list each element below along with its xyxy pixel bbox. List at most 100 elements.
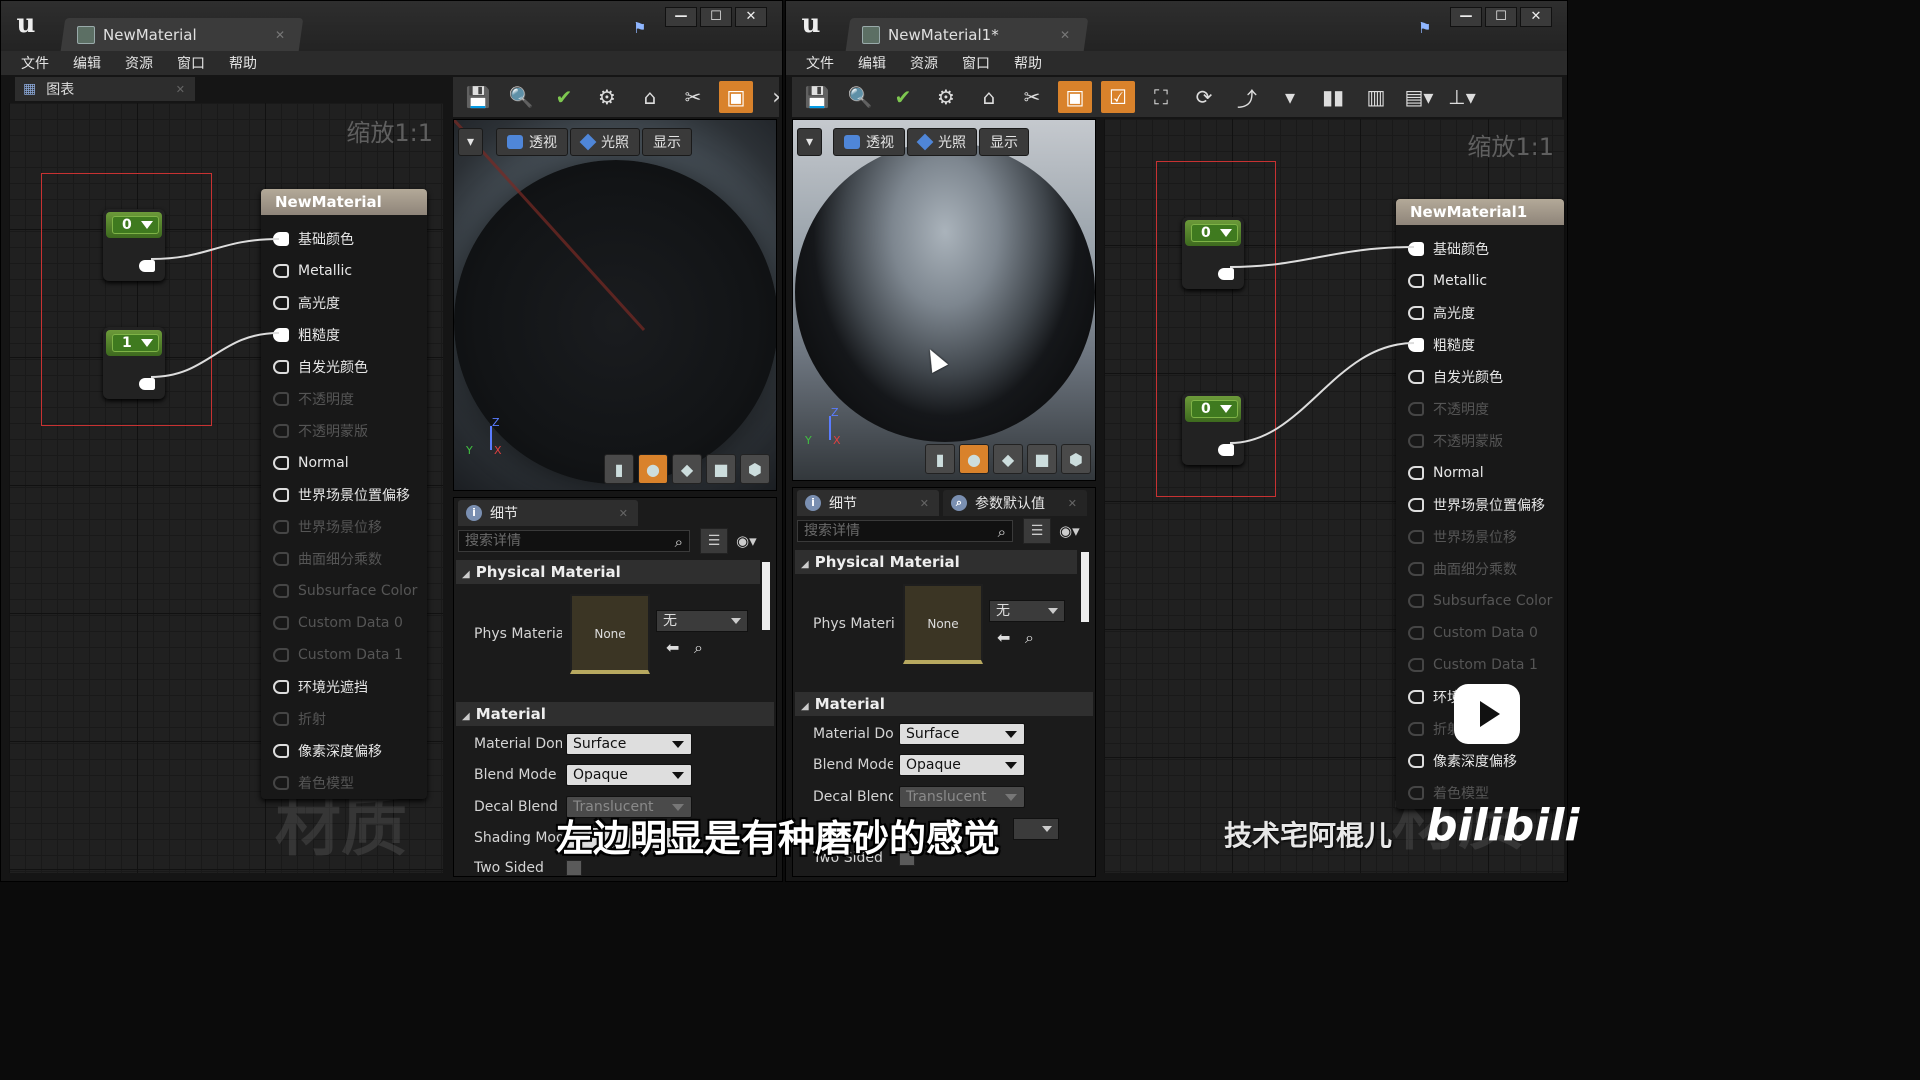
constant-node[interactable]: 0 <box>1182 217 1244 289</box>
material-input-pin-row[interactable]: 基础颜色 <box>273 229 354 249</box>
category-physical-material[interactable]: ◢ Physical Material <box>795 550 1077 574</box>
constant-node[interactable]: 0 <box>103 209 165 281</box>
material-input-pin-row[interactable]: 高光度 <box>273 293 340 313</box>
maximize-button[interactable]: ☐ <box>700 7 732 27</box>
phys-material-thumbnail[interactable]: None <box>903 584 983 664</box>
maximize-button[interactable]: ☐ <box>1485 7 1517 27</box>
input-pin-icon[interactable] <box>1408 754 1424 768</box>
output-pin[interactable] <box>139 260 155 272</box>
browse-icon[interactable]: 🔍 <box>843 81 877 113</box>
material-graph-canvas[interactable]: 缩放1:1 材质 0 0 NewMaterial1 基础颜色 Metallic 高光… <box>1104 119 1564 873</box>
menu-window[interactable]: 窗口 <box>962 53 990 73</box>
input-pin-icon[interactable] <box>273 328 289 342</box>
layout-icon[interactable]: ▤▾ <box>1402 81 1436 113</box>
close-tab-icon[interactable]: ✕ <box>920 497 929 510</box>
material-input-pin-row[interactable]: Metallic <box>1408 271 1487 291</box>
material-input-pin-row[interactable]: 世界场景位置偏移 <box>1408 495 1545 515</box>
menu-asset[interactable]: 资源 <box>125 53 153 73</box>
details-search-input[interactable]: 搜索详情 ⌕ <box>797 520 1013 542</box>
graph-tab[interactable]: ▦ 图表 ✕ <box>15 77 195 101</box>
expand-arrow-icon[interactable] <box>1220 405 1232 413</box>
constant-value-field[interactable]: 0 <box>112 216 159 234</box>
menu-file[interactable]: 文件 <box>806 53 834 73</box>
browse-asset-icon[interactable]: ⌕ <box>694 638 703 658</box>
dropdown-arrow-icon[interactable]: ▾ <box>1273 81 1307 113</box>
constant-node[interactable]: 0 <box>1182 393 1244 465</box>
menu-edit[interactable]: 编辑 <box>858 53 886 73</box>
material-input-pin-row[interactable]: 自发光颜色 <box>273 357 368 377</box>
menu-help[interactable]: 帮助 <box>1014 53 1042 73</box>
cube-preview-icon[interactable]: ■ <box>706 454 736 484</box>
category-physical-material[interactable]: ◢ Physical Material <box>456 560 760 584</box>
use-selected-arrow-icon[interactable]: ⬅ <box>666 638 679 657</box>
close-tab-icon[interactable]: ✕ <box>176 83 185 96</box>
input-pin-icon[interactable] <box>1408 466 1424 480</box>
view-options-button[interactable]: ☰ <box>700 528 728 554</box>
minimize-button[interactable]: — <box>1450 7 1482 27</box>
output-pin[interactable] <box>1218 268 1234 280</box>
material-graph-canvas[interactable]: 缩放1:1 材质 0 1 NewMaterial 基础颜色 Metallic 高光度… <box>9 103 443 873</box>
input-pin-icon[interactable] <box>1408 306 1424 320</box>
constant-value-field[interactable]: 0 <box>1191 224 1238 242</box>
details-scrollbar[interactable] <box>1081 552 1089 622</box>
perspective-button[interactable]: 透视 <box>833 128 905 156</box>
blend-mode-dropdown[interactable]: Opaque <box>899 754 1025 776</box>
input-pin-icon[interactable] <box>273 232 289 246</box>
phys-material-dropdown[interactable]: 无 <box>989 600 1065 622</box>
material-input-pin-row[interactable]: Normal <box>1408 463 1484 483</box>
input-pin-icon[interactable] <box>273 264 289 278</box>
mesh-preview-icon[interactable]: ⬢ <box>740 454 770 484</box>
live-update-icon[interactable]: ⟳ <box>1187 81 1221 113</box>
close-window-button[interactable]: ✕ <box>1520 7 1552 27</box>
close-tab-icon[interactable]: ✕ <box>1068 497 1077 510</box>
hide-connectors-icon[interactable]: ⤴ <box>1230 81 1264 113</box>
close-tab-icon[interactable]: ✕ <box>275 28 285 42</box>
phys-material-dropdown[interactable]: 无 <box>656 610 748 632</box>
sphere-preview-icon[interactable]: ● <box>959 444 989 474</box>
input-pin-icon[interactable] <box>273 456 289 470</box>
viewport-options-button[interactable]: ▾ <box>458 128 484 156</box>
details-tab[interactable]: i 细节 ✕ <box>797 490 939 516</box>
input-pin-icon[interactable] <box>1408 690 1424 704</box>
expand-arrow-icon[interactable] <box>1220 229 1232 237</box>
details-tab[interactable]: i 细节 ✕ <box>458 500 638 526</box>
menu-edit[interactable]: 编辑 <box>73 53 101 73</box>
details-search-input[interactable]: 搜索详情 ⌕ <box>458 530 690 552</box>
clean-up-icon[interactable]: ✂ <box>676 81 710 113</box>
mesh-preview-icon[interactable]: ⬢ <box>1061 444 1091 474</box>
output-pin[interactable] <box>139 378 155 390</box>
stats-icon[interactable]: ▮▮ <box>1316 81 1350 113</box>
constant-value-field[interactable]: 1 <box>112 334 159 352</box>
input-pin-icon[interactable] <box>273 296 289 310</box>
material-input-pin-row[interactable]: 环境光遮挡 <box>273 677 368 697</box>
preview-viewport[interactable]: ▾ 透视 光照 显示 Z X Y ▮ ● ◆ ■ ⬢ <box>453 119 777 491</box>
live-preview-icon[interactable]: ▣ <box>719 81 753 113</box>
blend-mode-dropdown[interactable]: Opaque <box>566 764 692 786</box>
input-pin-icon[interactable] <box>273 360 289 374</box>
browse-asset-icon[interactable]: ⌕ <box>1025 628 1034 648</box>
document-tab[interactable]: NewMaterial1* ✕ <box>856 18 1080 51</box>
material-input-pin-row[interactable]: 自发光颜色 <box>1408 367 1503 387</box>
plane-preview-icon[interactable]: ◆ <box>672 454 702 484</box>
view-options-button[interactable]: ☰ <box>1023 518 1051 544</box>
hierarchy-icon[interactable]: ⊥▾ <box>1445 81 1479 113</box>
source-control-icon[interactable]: ⚑ <box>1418 19 1436 37</box>
clean-up-icon[interactable]: ✂ <box>1015 81 1049 113</box>
category-material[interactable]: ◢ Material <box>456 702 774 726</box>
visibility-eye-icon[interactable]: ◉▾ <box>1059 522 1080 540</box>
search-icon[interactable]: ⚙ <box>590 81 624 113</box>
material-input-pin-row[interactable]: 基础颜色 <box>1408 239 1489 259</box>
connectors-icon[interactable]: ▣ <box>1058 81 1092 113</box>
source-control-icon[interactable]: ⚑ <box>633 19 651 37</box>
menu-window[interactable]: 窗口 <box>177 53 205 73</box>
lit-button[interactable]: 光照 <box>570 128 640 156</box>
material-domain-dropdown[interactable]: Surface <box>566 733 692 755</box>
platform-stats-icon[interactable]: ▥ <box>1359 81 1393 113</box>
more-chevron-icon[interactable]: » <box>762 81 779 113</box>
input-pin-icon[interactable] <box>273 488 289 502</box>
home-icon[interactable]: ⌂ <box>633 81 667 113</box>
material-input-pin-row[interactable]: 粗糙度 <box>1408 335 1475 355</box>
close-tab-icon[interactable]: ✕ <box>619 507 628 520</box>
parameter-defaults-tab[interactable]: ⌕ 参数默认值 ✕ <box>943 490 1087 516</box>
lit-button[interactable]: 光照 <box>907 128 977 156</box>
